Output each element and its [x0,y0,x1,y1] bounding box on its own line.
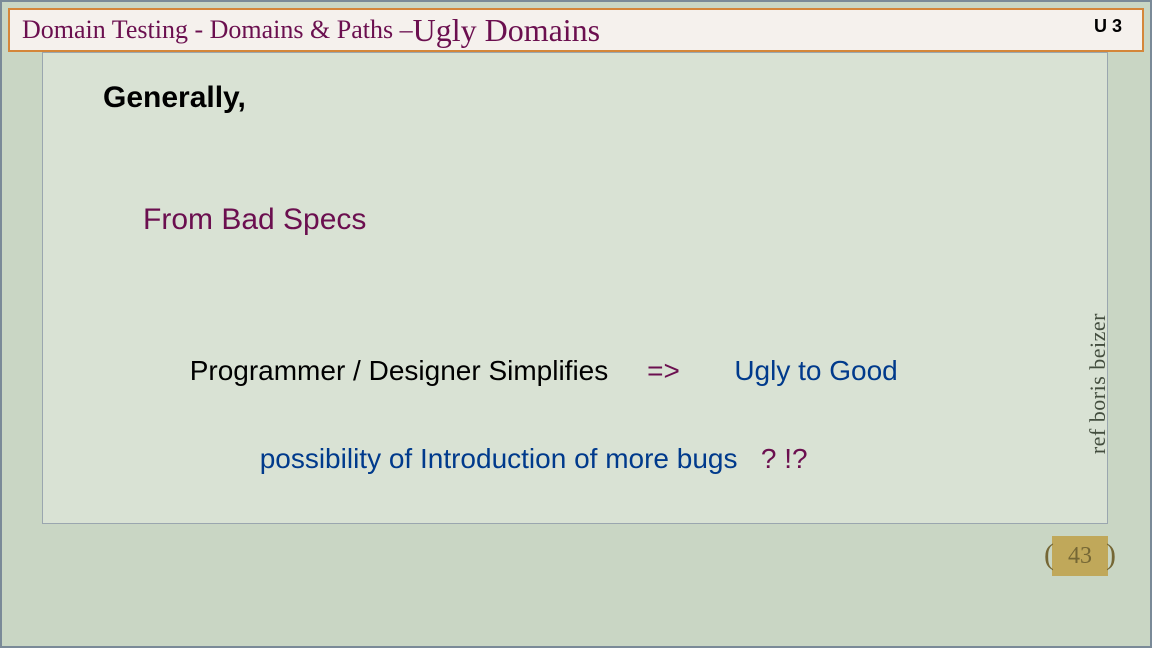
unit-label: U 3 [1094,16,1122,37]
heading-generally: Generally, [103,81,246,115]
arrow-icon: => [647,355,680,386]
text-from-bad: From Bad Specs [143,203,366,237]
text-possibility-line: possibility of Introduction of more bugs… [213,411,808,507]
text-possibility: possibility of Introduction of more bugs [260,443,761,474]
title-prefix: Domain Testing - Domains & Paths – [22,15,413,45]
text-ugly-to-good: Ugly to Good [680,355,898,386]
text-prog-designer: Programmer / Designer Simplifies [190,355,647,386]
title-main: Ugly Domains [413,12,601,49]
title-bar: Domain Testing - Domains & Paths – Ugly … [8,8,1144,52]
content-panel: Generally, From Bad Specs Programmer / D… [42,52,1108,524]
side-reference: ref boris beizer [1085,313,1111,454]
page-number: 43 [1068,543,1092,570]
page-number-badge: 43 [1052,536,1108,576]
text-simplifies-line: Programmer / Designer Simplifies => Ugly… [143,323,898,419]
slide: Domain Testing - Domains & Paths – Ugly … [0,0,1152,648]
text-question: ? !? [761,443,808,474]
